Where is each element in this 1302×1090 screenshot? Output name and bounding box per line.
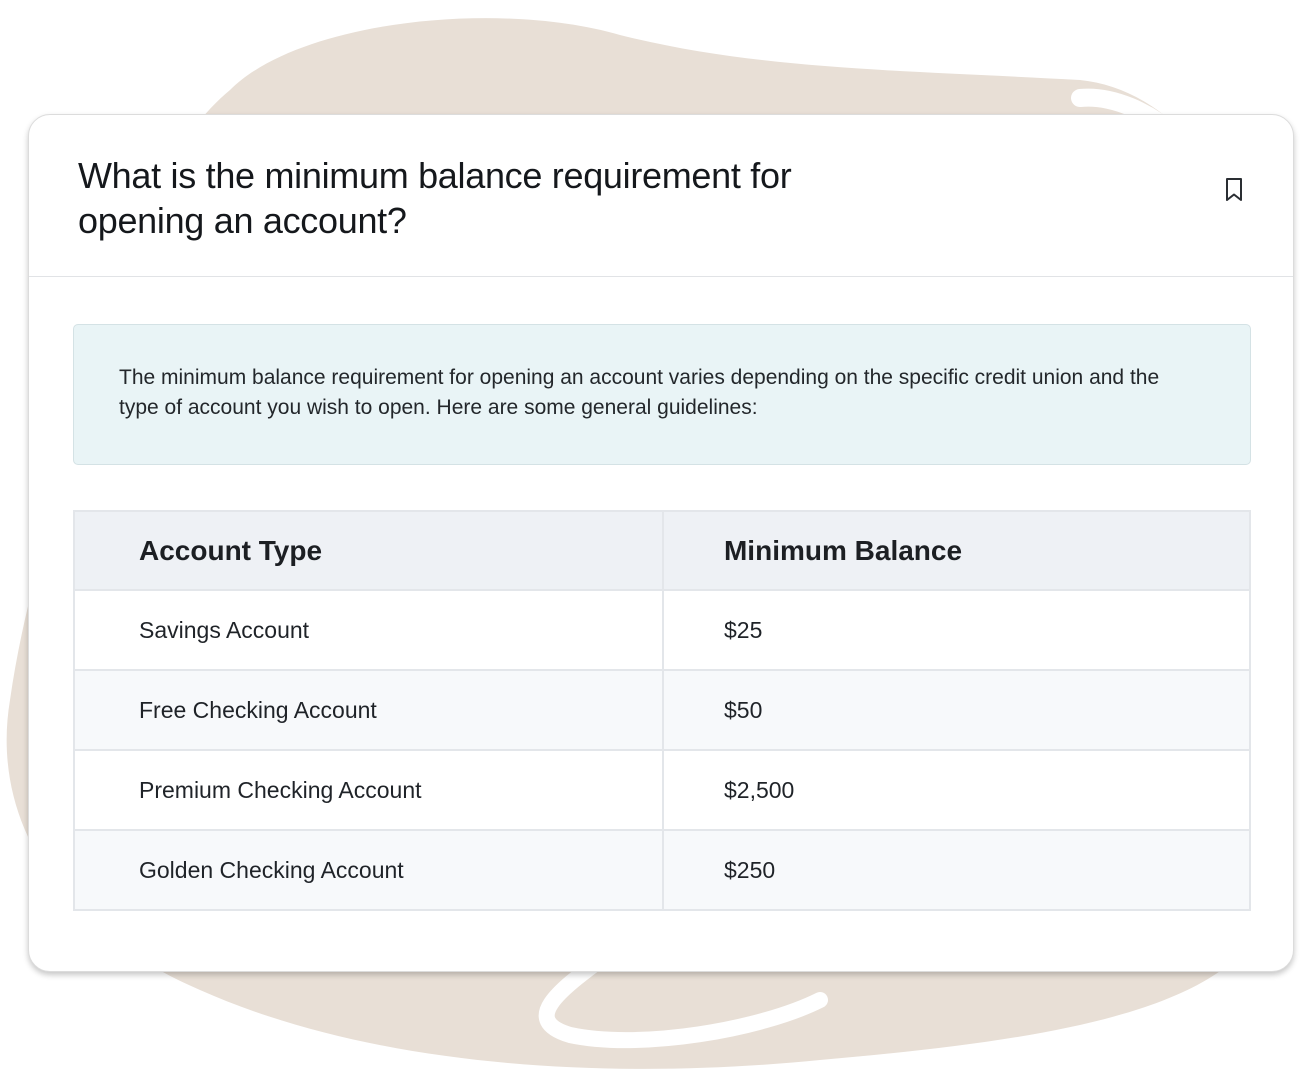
table-row: Premium Checking Account $2,500 [73,749,1252,831]
header-account-type: Account Type [73,510,664,591]
bookmark-icon [1226,178,1242,201]
table-header-row: Account Type Minimum Balance [73,510,1252,591]
minimum-balance-cell: $250 [661,829,1252,911]
bookmark-button[interactable] [1221,175,1247,205]
account-type-cell: Savings Account [73,589,664,671]
info-callout: The minimum balance requirement for open… [73,324,1251,465]
table-row: Free Checking Account $50 [73,669,1252,751]
info-text: The minimum balance requirement for open… [119,366,1160,419]
account-type-cell: Free Checking Account [73,669,664,751]
header-minimum-balance: Minimum Balance [661,510,1252,591]
minimum-balance-table: Account Type Minimum Balance Savings Acc… [73,510,1252,911]
table-row: Savings Account $25 [73,589,1252,671]
page-stage: What is the minimum balance requirement … [0,0,1302,1090]
faq-card: What is the minimum balance requirement … [28,114,1294,972]
account-type-cell: Golden Checking Account [73,829,664,911]
card-header: What is the minimum balance requirement … [29,115,1293,277]
minimum-balance-cell: $25 [661,589,1252,671]
account-type-cell: Premium Checking Account [73,749,664,831]
minimum-balance-cell: $2,500 [661,749,1252,831]
table-row: Golden Checking Account $250 [73,829,1252,911]
minimum-balance-cell: $50 [661,669,1252,751]
question-title: What is the minimum balance requirement … [78,155,792,241]
